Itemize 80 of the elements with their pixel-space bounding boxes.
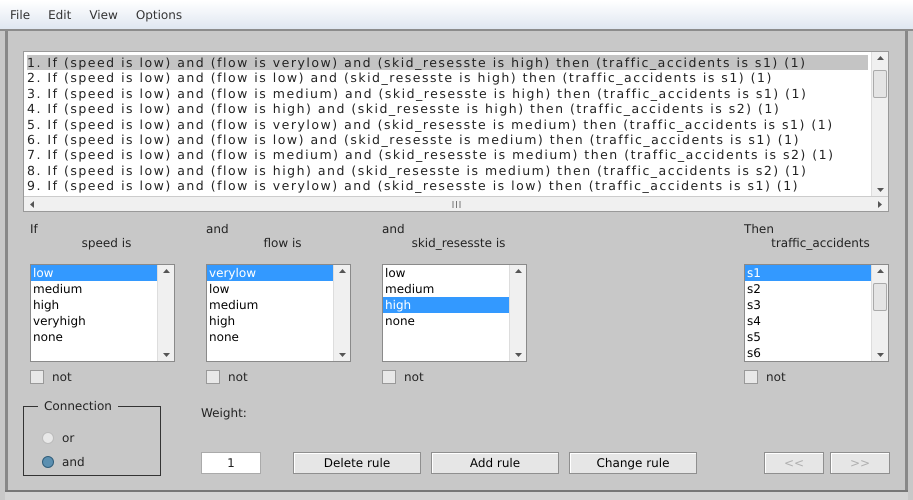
listbox[interactable]: verylow low medium high none <box>206 264 351 362</box>
list-item[interactable]: low <box>207 281 333 297</box>
list-item[interactable]: medium <box>207 297 333 313</box>
radio-label: or <box>62 430 74 447</box>
variable-label: traffic_accidents <box>770 236 871 250</box>
menu-item[interactable]: View <box>89 6 118 24</box>
list-item[interactable]: high <box>207 313 333 329</box>
scrollbar[interactable] <box>333 265 350 361</box>
list-item[interactable]: none <box>31 329 157 345</box>
checkbox-label: not <box>228 369 248 386</box>
scroll-thumb[interactable] <box>873 70 887 98</box>
connector-label: Then <box>744 222 775 236</box>
scroll-down-icon[interactable] <box>876 188 884 192</box>
checkbox[interactable] <box>744 370 758 384</box>
rule-row[interactable]: 5. If (speed is low) and (flow is verylow) and (skid_resesste is medium) then (traffic_accidents is s1) (1) <box>27 116 868 132</box>
list-item[interactable]: low <box>383 265 509 281</box>
action-button[interactable]: Change rule <box>569 452 697 474</box>
menu-item[interactable]: Edit <box>48 6 72 24</box>
scroll-down-icon[interactable] <box>338 353 346 357</box>
scroll-right-icon[interactable] <box>878 200 882 208</box>
rule-row[interactable]: 8. If (speed is low) and (flow is high) and (skid_resesste is medium) then (traffic_accidents is s2) (1) <box>27 162 868 178</box>
checkbox-label: not <box>52 369 72 386</box>
list-item[interactable]: medium <box>31 281 157 297</box>
variable-label: speed is <box>80 236 132 250</box>
action-button[interactable]: Add rule <box>431 452 559 474</box>
checkbox[interactable] <box>206 370 220 384</box>
menu-item[interactable]: File <box>10 6 30 24</box>
list-item[interactable]: medium <box>383 281 509 297</box>
weight-label: Weight: <box>201 405 248 422</box>
rule-list[interactable] <box>23 51 889 212</box>
list-item[interactable]: high <box>31 297 157 313</box>
checkbox[interactable] <box>382 370 396 384</box>
list-item[interactable]: veryhigh <box>31 313 157 329</box>
listbox[interactable]: low medium high veryhigh none <box>30 264 175 362</box>
horizontal-scrollbar[interactable] <box>24 196 888 211</box>
rule-row[interactable]: 3. If (speed is low) and (flow is medium) and (skid_resesste is high) then (traffic_accidents is s1) (1) <box>27 86 868 102</box>
connector-label: and <box>382 222 406 236</box>
scroll-grip-icon <box>452 200 460 208</box>
scrollbar[interactable] <box>871 52 888 196</box>
scroll-left-icon[interactable] <box>30 200 34 208</box>
weight-field[interactable]: 1 <box>201 452 261 474</box>
connector-label: If <box>30 222 39 236</box>
list-item[interactable]: s4 <box>745 313 871 329</box>
menu-item[interactable]: Options <box>136 6 182 24</box>
scrollbar[interactable] <box>871 265 888 361</box>
rule-row[interactable]: 6. If (speed is low) and (flow is low) and (skid_resesste is medium) then (traffic_accidents is s1) (1) <box>27 132 868 148</box>
variable-label: flow is <box>262 236 303 250</box>
radio-label: and <box>62 454 85 471</box>
rule-row[interactable]: 4. If (speed is low) and (flow is high) and (skid_resesste is high) then (traffic_accidents is s2) (1) <box>27 101 868 117</box>
scroll-up-icon[interactable] <box>514 269 522 273</box>
list-item[interactable]: s2 <box>745 281 871 297</box>
list-item[interactable]: none <box>383 313 509 329</box>
scroll-thumb[interactable] <box>873 283 887 311</box>
scrollbar[interactable] <box>157 265 174 361</box>
checkbox-label: not <box>766 369 786 386</box>
scroll-up-icon[interactable] <box>876 56 884 60</box>
rule-row[interactable]: 2. If (speed is low) and (flow is low) and (skid_resesste is high) then (traffic_accidents is s1) (1) <box>27 70 868 86</box>
radio-button[interactable] <box>42 432 54 444</box>
listbox[interactable]: s1 s2 s3 s4 s5 s6 <box>744 264 889 362</box>
scroll-up-icon[interactable] <box>338 269 346 273</box>
variable-label: skid_resesste is <box>410 236 506 250</box>
radio-button[interactable] <box>42 456 54 468</box>
list-item[interactable]: s5 <box>745 329 871 345</box>
rule-row[interactable]: 1. If (speed is low) and (flow is verylow) and (skid_resesste is high) then (traffic_accidents is s1) (1) <box>27 55 868 70</box>
scroll-down-icon[interactable] <box>876 353 884 357</box>
scroll-up-icon[interactable] <box>876 269 884 273</box>
scroll-down-icon[interactable] <box>514 353 522 357</box>
list-item[interactable]: s6 <box>745 345 871 361</box>
scroll-down-icon[interactable] <box>162 353 170 357</box>
rule-row[interactable]: 9. If (speed is low) and (flow is verylow) and (skid_resesste is low) then (traffic_accidents is s1) (1) <box>27 178 868 194</box>
scrollbar[interactable] <box>509 265 526 361</box>
scroll-up-icon[interactable] <box>162 269 170 273</box>
list-item[interactable]: s3 <box>745 297 871 313</box>
checkbox[interactable] <box>30 370 44 384</box>
checkbox-label: not <box>404 369 424 386</box>
rule-row[interactable]: 7. If (speed is low) and (flow is medium) and (skid_resesste is medium) then (traffic_accidents is s2) (1) <box>27 147 868 163</box>
action-button[interactable]: Delete rule <box>293 452 421 474</box>
connector-label: and <box>206 222 230 236</box>
list-item[interactable]: none <box>207 329 333 345</box>
listbox[interactable]: low medium high none <box>382 264 527 362</box>
